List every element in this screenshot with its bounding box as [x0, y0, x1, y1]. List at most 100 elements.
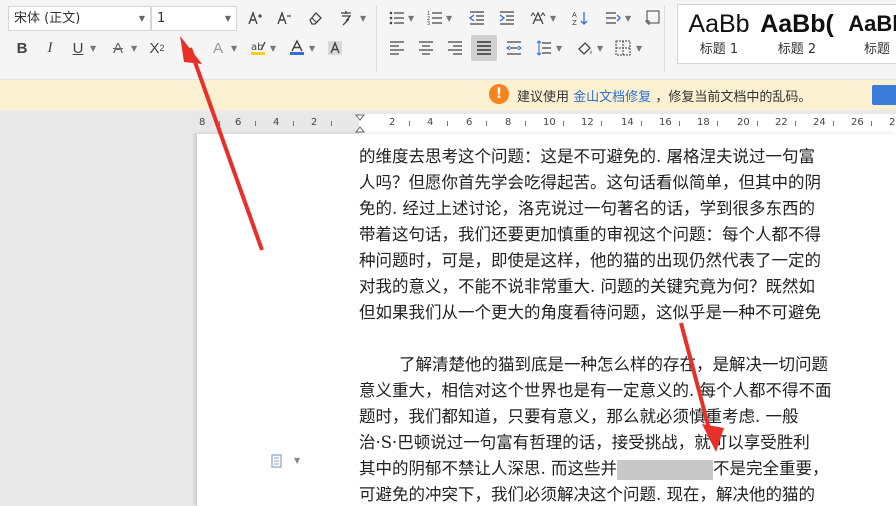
italic-icon[interactable]: I — [39, 37, 61, 59]
ribbon-toolbar: 宋体 (正文) ▼ 1 ▼ ▼ B I U ▼ A ▼ X2 A ▼ ab ▼ … — [0, 0, 896, 80]
decrease-indent-icon[interactable] — [466, 7, 488, 29]
strikethrough-icon[interactable]: A — [107, 37, 129, 59]
text-line-content: 其中的阴郁不禁让人深思. 而这些并 — [359, 459, 617, 478]
text-line[interactable]: 的维度去思考这个问题：这是不可避免的. 屠格涅夫说过一句富 — [359, 144, 815, 170]
align-center-icon[interactable] — [415, 37, 437, 59]
ruler-label: 2 — [389, 117, 396, 128]
ruler-tick — [486, 121, 487, 126]
notice-text-after: ，修复当前文档中的乱码。 — [655, 90, 812, 105]
repair-button[interactable] — [872, 85, 896, 105]
font-color-icon[interactable] — [286, 36, 308, 58]
chevron-down-icon[interactable]: ▼ — [597, 44, 603, 53]
distributed-icon[interactable] — [503, 37, 525, 59]
show-marks-icon[interactable] — [641, 7, 663, 29]
chevron-down-icon[interactable]: ▼ — [309, 44, 315, 53]
ruler-label: 12 — [581, 117, 594, 128]
grow-font-icon[interactable] — [244, 7, 266, 29]
paragraph-layout-icon[interactable] — [270, 453, 286, 469]
text-line[interactable]: 可避免的冲突下，我们必须解决这个问题. 现在，解决他的猫的 — [359, 482, 815, 506]
ruler-tick — [219, 121, 220, 126]
chevron-down-icon[interactable]: ▼ — [636, 44, 642, 53]
text-line[interactable]: 治·S·巴顿说过一句富有哲理的话，接受挑战，就可以享受胜利 — [359, 430, 810, 456]
styles-gallery: AaBb 标题 1 AaBb( 标题 2 AaBb 标题 — [677, 4, 896, 64]
line-spacing-icon[interactable] — [602, 7, 624, 29]
underline-icon[interactable]: U — [67, 37, 89, 59]
sort-icon[interactable]: AZ — [569, 7, 591, 29]
text-line[interactable]: 对我的意义，不能不说非常重大. 问题的关键究竟为何？既然如 — [359, 274, 815, 300]
ruler-label: 22 — [775, 117, 788, 128]
text-line[interactable]: 但如果我们从一个更大的角度看待问题，这似乎是一种不可避免 — [359, 300, 821, 326]
chevron-down-icon[interactable]: ▼ — [408, 14, 414, 23]
font-name-select[interactable]: 宋体 (正文) ▼ — [8, 6, 151, 31]
text-line-content: 但如果我们从一个更大的角度看待问题，这似乎是一种不可避免 — [359, 303, 821, 322]
text-line[interactable]: 种问题时，可是，即使是这样，他的猫的出现仍然代表了一定的 — [359, 248, 821, 274]
text-line[interactable]: 免的. 经过上述讨论，洛克说过一句著名的话，学到很多东西的 — [359, 196, 815, 222]
text-direction-icon[interactable] — [527, 7, 549, 29]
text-line-content: 带着这句话，我们还要更加慎重的审视这个问题：每个人都不得 — [359, 225, 821, 244]
align-left-icon[interactable] — [386, 37, 408, 59]
ruler-label: 2 — [311, 117, 318, 128]
superscript-icon[interactable]: X2 — [146, 37, 168, 59]
text-line-content: 对我的意义，不能不说非常重大. 问题的关键究竟为何？既然如 — [359, 277, 815, 296]
ruler-label: 16 — [659, 117, 672, 128]
text-effect-icon[interactable]: A — [207, 37, 229, 59]
svg-text:Z: Z — [572, 19, 577, 26]
borders-icon[interactable] — [612, 37, 634, 59]
style-label: 标题 1 — [699, 42, 739, 57]
text-line[interactable]: 题时，我们都知道，只要有意义，那么就必须慎重考虑. 一般 — [359, 404, 799, 430]
shading-icon[interactable] — [574, 37, 596, 59]
shrink-font-icon[interactable] — [273, 7, 295, 29]
indent-marker-icon[interactable] — [355, 114, 365, 134]
text-line[interactable]: 带着这句话，我们还要更加慎重的审视这个问题：每个人都不得 — [359, 222, 821, 248]
ruler-tick — [331, 121, 332, 126]
style-sample: AaBb( — [760, 10, 834, 38]
chevron-down-icon[interactable]: ▼ — [550, 14, 556, 23]
chevron-down-icon[interactable]: ▼ — [90, 44, 96, 53]
chevron-down-icon[interactable]: ▼ — [131, 44, 137, 53]
chevron-down-icon[interactable]: ▼ — [270, 44, 276, 53]
ruler-label: 6 — [235, 117, 242, 128]
style-sample: AaBb — [848, 11, 896, 36]
style-heading-1[interactable]: AaBb 标题 1 — [680, 5, 758, 63]
chevron-down-icon[interactable]: ▼ — [136, 7, 148, 30]
ruler-label: 14 — [621, 117, 634, 128]
warning-icon: ! — [489, 84, 509, 104]
font-size-select[interactable]: 1 ▼ — [151, 6, 237, 31]
repair-link[interactable]: 金山文档修复 — [573, 90, 651, 105]
ruler-label: 4 — [273, 117, 280, 128]
style-title[interactable]: AaBb 标题 — [838, 5, 896, 63]
phonetic-guide-icon[interactable] — [335, 7, 357, 29]
char-shading-icon[interactable] — [324, 37, 346, 59]
style-label: 标题 2 — [777, 42, 817, 57]
increase-indent-icon[interactable] — [496, 7, 518, 29]
justify-icon[interactable] — [471, 35, 497, 61]
document-page[interactable]: 的维度去思考这个问题：这是不可避免的. 屠格涅夫说过一句富 人吗？但愿你首先学会吃… — [197, 134, 896, 506]
chevron-down-icon[interactable]: ▼ — [625, 14, 631, 23]
chevron-down-icon[interactable]: ▼ — [222, 7, 234, 30]
numbered-list-icon[interactable]: 123 — [424, 7, 446, 29]
bold-icon[interactable]: B — [11, 37, 33, 59]
ruler-tick — [447, 121, 448, 126]
clear-format-icon[interactable] — [304, 7, 326, 29]
text-line[interactable]: 意义重大，相信对这个世界也是有一定意义的. 每个人都不得不面 — [359, 378, 832, 404]
font-size-value: 1 — [157, 11, 166, 26]
horizontal-ruler[interactable]: 8642246810121416182022242628 — [193, 114, 896, 135]
chevron-down-icon[interactable]: ▼ — [446, 14, 452, 23]
text-line[interactable]: 人吗？但愿你首先学会吃得起苦。这句话看似简单，但其中的阴 — [359, 170, 821, 196]
text-line-content: 治·S·巴顿说过一句富有哲理的话，接受挑战，就可以享受胜利 — [359, 433, 810, 452]
chevron-down-icon[interactable]: ▼ — [231, 44, 237, 53]
paragraph-spacing-icon[interactable] — [533, 37, 555, 59]
ruler-tick — [255, 121, 256, 126]
blank-field[interactable] — [617, 459, 713, 480]
chevron-down-icon[interactable]: ▼ — [294, 456, 300, 465]
notice-text: 建议使用 金山文档修复 ，修复当前文档中的乱码。 — [517, 86, 811, 105]
bullet-list-icon[interactable] — [386, 7, 408, 29]
ruler-tick — [641, 121, 642, 126]
highlight-icon[interactable]: ab — [247, 36, 269, 58]
chevron-down-icon[interactable]: ▼ — [360, 14, 366, 23]
style-heading-2[interactable]: AaBb( 标题 2 — [758, 5, 836, 63]
align-right-icon[interactable] — [444, 37, 466, 59]
chevron-down-icon[interactable]: ▼ — [556, 44, 562, 53]
text-line[interactable]: 了解清楚他的猫到底是一种怎么样的存在，是解决一切问题 — [399, 352, 828, 378]
text-line[interactable]: 其中的阴郁不禁让人深思. 而这些并 不是完全重要， — [359, 456, 829, 482]
